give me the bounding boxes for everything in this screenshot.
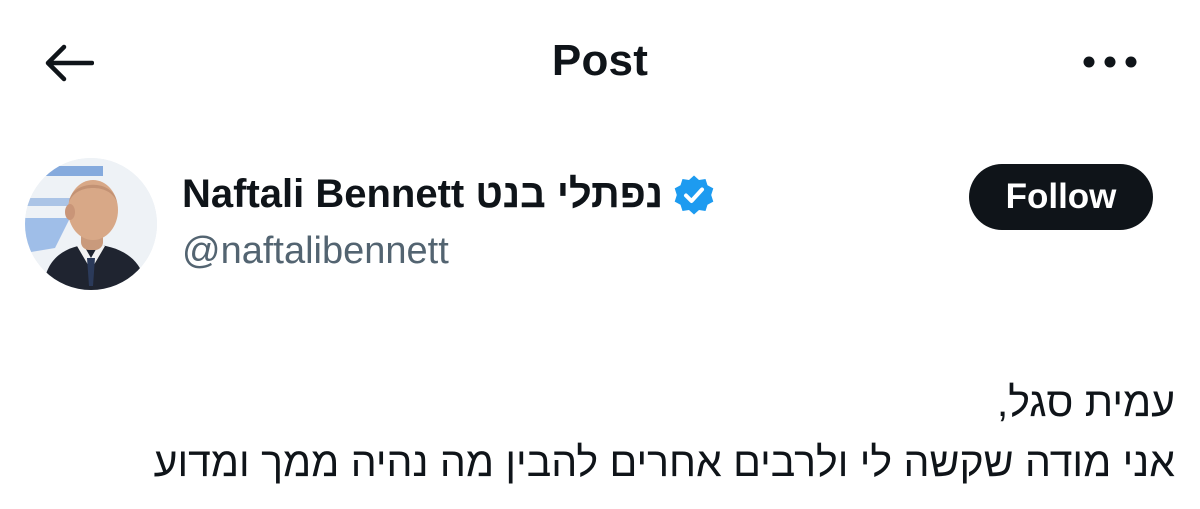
top-bar: Post [0,0,1200,125]
author-display-name[interactable]: Naftali Bennett נפתלי בנט [182,172,663,217]
more-options-button[interactable] [1080,42,1140,82]
author-name-row[interactable]: Naftali Bennett נפתלי בנט [182,172,715,217]
follow-button[interactable]: Follow [969,164,1153,230]
post-text-line: עמית סגל, [996,379,1175,425]
more-horizontal-icon [1083,56,1137,68]
avatar[interactable] [25,158,157,290]
profile-photo [25,158,157,290]
author-handle[interactable]: @naftalibennett [182,230,449,273]
post-body: עמית סגל, אני מודה שקשה לי ולרבים אחרים … [25,372,1175,492]
post-text-line: אני מודה שקשה לי ולרבים אחרים להבין מה נ… [153,439,1175,485]
page-title: Post [551,36,649,85]
verified-badge-icon[interactable] [673,174,715,216]
